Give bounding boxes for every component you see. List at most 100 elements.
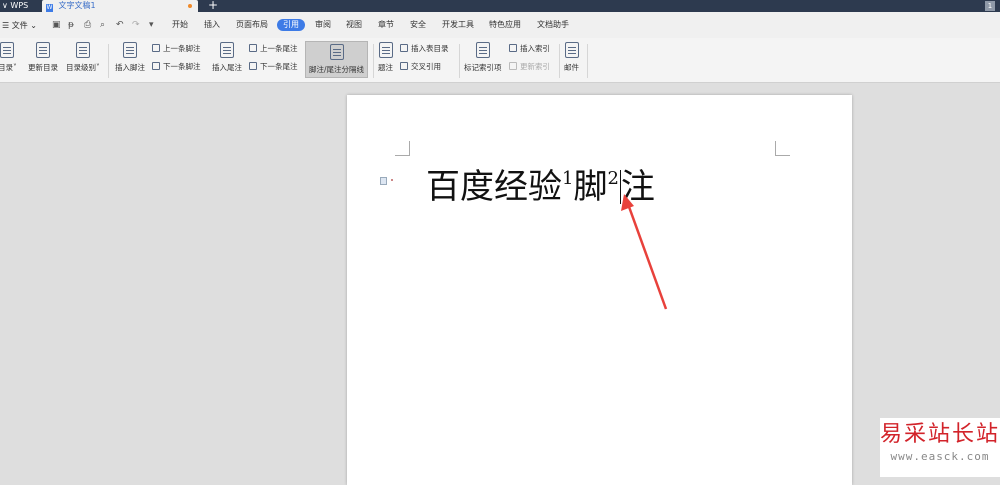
update-index-button[interactable]: 更新索引 bbox=[509, 61, 550, 73]
insert-endnote-button[interactable]: 插入尾注 bbox=[212, 42, 242, 73]
update-toc-button[interactable]: 更新目录 bbox=[28, 42, 58, 73]
body-text-segment: 注 bbox=[620, 167, 655, 207]
toc-level-button[interactable]: 目录级别˅ bbox=[66, 42, 100, 73]
tab-insert[interactable]: 插入 bbox=[204, 19, 220, 31]
ribbon-divider bbox=[459, 44, 460, 78]
ribbon-divider bbox=[108, 44, 109, 78]
dropdown-arrow-icon: ˅ bbox=[96, 63, 100, 72]
endnote-icon bbox=[220, 42, 234, 58]
next-footnote-icon bbox=[152, 62, 160, 70]
tab-home[interactable]: 开始 bbox=[172, 19, 188, 31]
customize-icon[interactable]: ▾ bbox=[149, 20, 154, 30]
tab-security[interactable]: 安全 bbox=[410, 19, 426, 31]
writer-doc-icon: W bbox=[46, 4, 53, 12]
margin-corner-marker bbox=[395, 141, 410, 156]
next-endnote-button[interactable]: 下一条尾注 bbox=[249, 61, 298, 73]
next-footnote-label: 下一条脚注 bbox=[163, 62, 201, 71]
table-of-figures-icon bbox=[400, 44, 408, 52]
site-watermark: 易采站长站 www.easck.com bbox=[880, 418, 1000, 477]
caption-label: 题注 bbox=[378, 63, 393, 72]
insert-endnote-label: 插入尾注 bbox=[212, 63, 242, 72]
cross-reference-button[interactable]: 交叉引用 bbox=[400, 61, 441, 73]
undo-icon[interactable]: ↶ bbox=[116, 20, 124, 30]
redo-icon[interactable]: ↷ bbox=[132, 20, 140, 30]
document-tab-label: 文字文稿1 bbox=[58, 1, 96, 10]
title-bar: ∨ WPS W 文字文稿1 + 1 bbox=[0, 0, 1000, 12]
prev-endnote-icon bbox=[249, 44, 257, 52]
footnote-separator-button[interactable]: 脚注/尾注分隔线 bbox=[305, 41, 369, 78]
cross-reference-label: 交叉引用 bbox=[411, 62, 441, 71]
footnote-icon bbox=[123, 42, 137, 58]
tab-references[interactable]: 引用 bbox=[277, 19, 305, 31]
insert-index-button[interactable]: 插入索引 bbox=[509, 43, 550, 55]
mark-index-entry-button[interactable]: 标记索引项 bbox=[464, 42, 502, 73]
document-body-text[interactable]: 百度经验1脚2注 bbox=[426, 159, 655, 208]
caption-icon bbox=[378, 42, 393, 58]
toc-button[interactable]: 目录˅ bbox=[0, 42, 17, 73]
file-menu[interactable]: ☰ 文件 ⌄ bbox=[2, 20, 37, 31]
body-text-segment: 百度经验 bbox=[426, 167, 562, 207]
print-preview-icon[interactable]: ⌕ bbox=[100, 20, 105, 30]
cross-reference-icon bbox=[400, 62, 408, 70]
chevron-down-icon: ⌄ bbox=[30, 21, 37, 30]
insert-footnote-button[interactable]: 插入脚注 bbox=[115, 42, 145, 73]
prev-footnote-icon bbox=[152, 44, 160, 52]
ribbon-divider bbox=[373, 44, 374, 78]
update-index-icon bbox=[509, 62, 517, 70]
caption-button[interactable]: 题注 bbox=[378, 42, 393, 73]
insert-index-icon bbox=[509, 44, 517, 52]
tab-features[interactable]: 特色应用 bbox=[489, 19, 521, 31]
prev-footnote-button[interactable]: 上一条脚注 bbox=[152, 43, 201, 55]
toc-icon bbox=[0, 42, 15, 58]
format-painter-icon[interactable]: ᵽ bbox=[68, 20, 74, 30]
paragraph-marker-dot bbox=[391, 179, 393, 181]
prev-endnote-button[interactable]: 上一条尾注 bbox=[249, 43, 298, 55]
insert-footnote-label: 插入脚注 bbox=[115, 63, 145, 72]
menu-bar: ☰ 文件 ⌄ ▣ ᵽ ⎙ ⌕ ↶ ↷ ▾ 开始 插入 页面布局 引用 审阅 视图… bbox=[0, 12, 1000, 38]
save-icon[interactable]: ▣ bbox=[52, 20, 61, 30]
tab-doc-assistant[interactable]: 文档助手 bbox=[537, 19, 569, 31]
footnote-reference-1[interactable]: 1 bbox=[562, 168, 573, 189]
tab-chapter[interactable]: 章节 bbox=[378, 19, 394, 31]
document-tab[interactable]: W 文字文稿1 bbox=[42, 0, 198, 12]
print-icon[interactable]: ⎙ bbox=[84, 20, 91, 30]
wps-app-tab[interactable]: ∨ WPS bbox=[0, 0, 40, 12]
watermark-title: 易采站长站 bbox=[880, 422, 1000, 447]
wps-app-tab-label: WPS bbox=[10, 1, 29, 10]
toc-level-icon bbox=[75, 42, 90, 58]
footnote-reference-2[interactable]: 2 bbox=[607, 168, 618, 189]
unsaved-dot-icon bbox=[188, 4, 192, 8]
insert-index-label: 插入索引 bbox=[520, 44, 550, 53]
watermark-url: www.easck.com bbox=[890, 450, 990, 463]
file-menu-label: 文件 bbox=[11, 21, 28, 30]
next-endnote-icon bbox=[249, 62, 257, 70]
ribbon-divider bbox=[587, 44, 588, 78]
mail-button[interactable]: 邮件 bbox=[564, 42, 579, 73]
mail-icon bbox=[564, 42, 579, 58]
next-footnote-button[interactable]: 下一条脚注 bbox=[152, 61, 201, 73]
tab-review[interactable]: 审阅 bbox=[315, 19, 331, 31]
separator-line-icon bbox=[329, 44, 344, 60]
tab-page-layout[interactable]: 页面布局 bbox=[236, 19, 268, 31]
mark-index-entry-label: 标记索引项 bbox=[464, 63, 502, 72]
toc-label: 目录 bbox=[0, 63, 13, 72]
update-toc-icon bbox=[36, 42, 50, 58]
account-badge[interactable]: 1 bbox=[985, 1, 995, 11]
hamburger-icon: ☰ bbox=[2, 21, 10, 30]
new-tab-button[interactable]: + bbox=[208, 0, 218, 12]
insert-table-of-figures-label: 插入表目录 bbox=[411, 44, 449, 53]
ribbon-divider bbox=[559, 44, 560, 78]
dropdown-arrow-icon: ˅ bbox=[13, 63, 17, 72]
toc-level-label: 目录级别 bbox=[66, 63, 96, 72]
prev-footnote-label: 上一条脚注 bbox=[163, 44, 201, 53]
update-index-label: 更新索引 bbox=[520, 62, 550, 71]
tab-view[interactable]: 视图 bbox=[346, 19, 362, 31]
prev-endnote-label: 上一条尾注 bbox=[260, 44, 298, 53]
tab-developer[interactable]: 开发工具 bbox=[442, 19, 474, 31]
footnote-separator-label: 脚注/尾注分隔线 bbox=[309, 65, 365, 74]
insert-table-of-figures-button[interactable]: 插入表目录 bbox=[400, 43, 449, 55]
body-text-segment: 脚 bbox=[573, 167, 608, 207]
mark-index-icon bbox=[475, 42, 490, 58]
document-page[interactable]: 百度经验1脚2注 bbox=[347, 95, 852, 485]
paragraph-layout-icon[interactable] bbox=[380, 177, 387, 185]
